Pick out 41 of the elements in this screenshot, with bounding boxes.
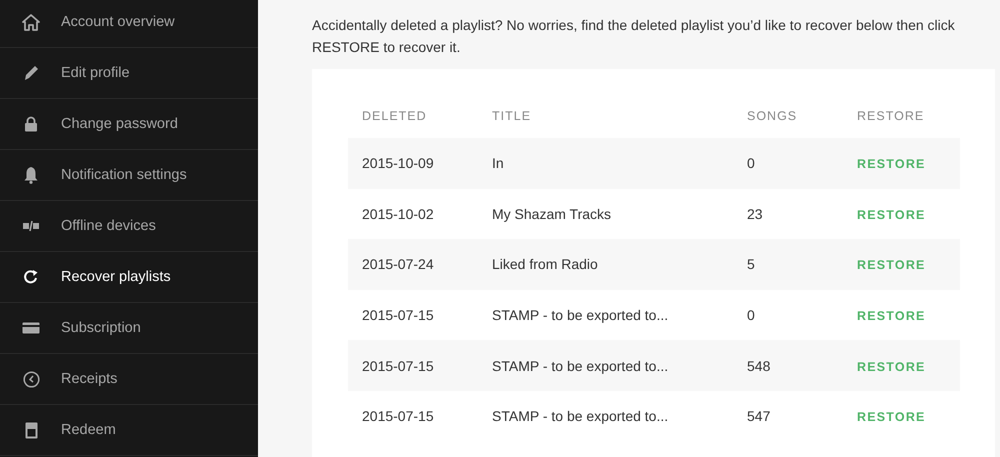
deleted-date: 2015-07-15 — [361, 307, 435, 324]
sidebar-item[interactable]: Account overview — [0, 0, 258, 48]
intro-text: Accidentally deleted a playlist? No worries, find the deleted playlist you’d like to recover below then click RESTORE to recover it. — [312, 16, 956, 57]
bell-icon — [23, 166, 39, 184]
column-header: SONGS — [747, 109, 798, 123]
deleted-date: 2015-10-09 — [361, 155, 435, 172]
sidebar-item[interactable]: Offline devices — [0, 201, 258, 252]
column-header: DELETED — [361, 109, 428, 123]
playlist-title: STAMP - to be exported to... — [492, 358, 670, 374]
song-count: 23 — [747, 206, 764, 222]
sidebar-item[interactable]: Change password — [0, 99, 258, 150]
refresh-icon — [23, 269, 39, 285]
playlist-title: My Shazam Tracks — [492, 206, 612, 222]
sidebar-item[interactable]: Redeem — [0, 405, 258, 456]
sidebar-item[interactable]: Edit profile — [0, 48, 258, 99]
column-header: TITLE — [492, 109, 532, 123]
deleted-date: 2015-07-15 — [361, 408, 435, 424]
devices-icon — [22, 220, 40, 232]
clock-icon — [22, 370, 40, 388]
song-count: 548 — [747, 358, 772, 374]
playlist-title: STAMP - to be exported to... — [492, 408, 670, 424]
deleted-date: 2015-07-15 — [361, 358, 435, 374]
lock-icon — [24, 116, 38, 132]
pencil-icon — [23, 65, 39, 81]
playlist-title: STAMP - to be exported to... — [492, 307, 670, 324]
home-icon — [22, 14, 40, 30]
voucher-icon — [24, 422, 38, 438]
song-count: 0 — [747, 307, 756, 324]
song-count: 547 — [747, 408, 772, 424]
sidebar-item[interactable]: Receipts — [0, 354, 258, 405]
sidebar-item[interactable]: Recover playlists — [0, 252, 258, 303]
song-count: 5 — [747, 256, 756, 272]
playlist-title: In — [492, 155, 505, 172]
sidebar-item[interactable]: Subscription — [0, 303, 258, 354]
column-header: RESTORE — [857, 109, 926, 123]
card-icon — [22, 322, 40, 334]
deleted-date: 2015-07-24 — [361, 256, 435, 272]
song-count: 0 — [747, 155, 756, 172]
sidebar-item[interactable]: Notification settings — [0, 150, 258, 201]
playlist-title: Liked from Radio — [492, 256, 599, 272]
deleted-date: 2015-10-02 — [361, 206, 435, 222]
